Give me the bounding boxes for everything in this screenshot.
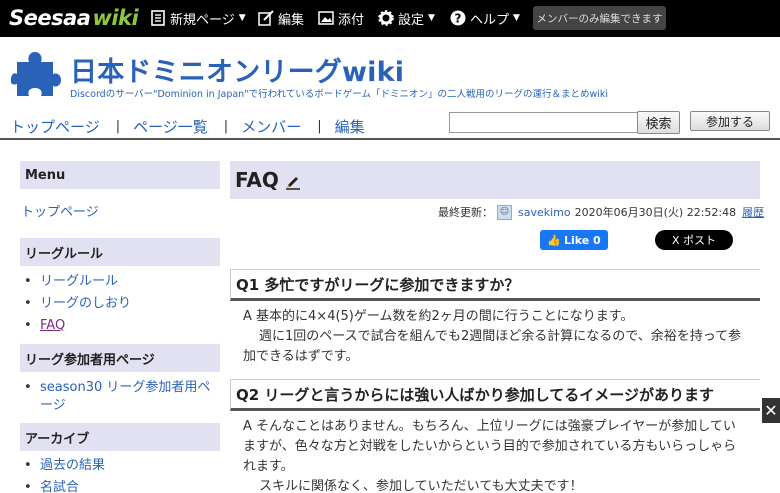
sidebar-participant-heading: リーグ参加者用ページ [20,344,220,372]
logo-wiki-text: wiki [92,6,139,30]
settings-menu[interactable]: 設定 ▼ [378,8,435,28]
edit-pencil-icon[interactable] [285,174,301,190]
sidebar-item-label: リーグのしおり [40,296,132,311]
faq-answer-2: A そんなことはありません。もちろん、上位リーグには強豪プレイヤーが参加していま… [243,417,743,493]
sidebar-item-label: 名試合 [40,480,80,493]
puzzle-logo-icon[interactable] [10,48,61,98]
nav-members[interactable]: メンバー [241,116,301,137]
nav-top-page[interactable]: トップページ [10,116,100,137]
site-description: Discordのサーバー"Dominion in Japan"で行われているボー… [70,89,609,100]
history-link[interactable]: 履歴 [742,204,764,220]
document-icon [150,10,166,26]
answer-line: A 基本的に4×4(5)ゲーム数を約2ヶ月の間に行うことになります。 [243,309,634,324]
gear-icon [378,10,394,26]
seesaa-wiki-logo[interactable]: Seesaa wiki [9,6,139,30]
nav-separator: | [317,118,322,134]
header-divider [0,138,780,140]
site-title[interactable]: 日本ドミニオンリーグwiki [70,50,404,89]
nav-edit[interactable]: 編集 [335,116,365,137]
updated-label: 最終更新： [438,206,493,219]
sidebar-item-top-page[interactable]: トップページ [21,201,99,220]
close-icon[interactable]: ✕ [762,398,780,423]
faq-question-2: Q2 リーグと言うからには強い人ばかり参加してるイメージがあります [230,379,760,411]
chevron-down-icon: ▼ [428,13,435,23]
top-bar: Seesaa wiki 新規ページ ▼ 編集 添付 設定 ▼ ? ヘルプ ▼ メン… [0,0,780,37]
sidebar-item-great-matches[interactable]: 名試合 [24,479,220,493]
nav-page-list[interactable]: ページ一覧 [133,116,208,137]
page-heading: FAQ [230,161,760,199]
sidebar-item-label: リーグルール [40,274,119,289]
attach-label: 添付 [338,12,365,28]
chevron-down-icon: ▼ [513,13,520,23]
facebook-like-button[interactable]: 👍 Like 0 [540,230,608,250]
x-post-button[interactable]: X ポスト [655,230,733,250]
sidebar-menu-heading: Menu [20,161,220,189]
attach-menu[interactable]: 添付 [318,8,364,28]
edit-icon [258,10,274,26]
settings-label: 設定 [398,12,425,28]
answer-line: 週に1回のペースで試合を組んでも2週間ほど余る計算になるので、余裕を持って参加で… [243,329,742,364]
sidebar-item-season30[interactable]: season30 リーグ参加者用ページ [24,379,220,415]
faq-answer-1: A 基本的に4×4(5)ゲーム数を約2ヶ月の間に行うことになります。 週に1回の… [243,307,743,367]
join-button[interactable]: 参加する [690,111,770,131]
sidebar-item-label: FAQ [40,318,66,333]
avatar: ☺ [497,204,512,220]
answer-line: A そんなことはありません。もちろん、上位リーグには強豪プレイヤーが参加していま… [243,419,737,474]
sidebar-item-label: 過去の結果 [40,458,106,473]
author-link[interactable]: savekimo [518,206,571,219]
nav-separator: | [223,118,229,134]
edit-label: 編集 [278,12,305,28]
search-input[interactable] [449,112,638,133]
help-icon: ? [450,10,466,26]
search-button[interactable]: 検索 [637,111,680,134]
updated-timestamp: 2020年06月30日(火) 22:52:48 [574,206,737,219]
answer-line: スキルに関係なく、参加していただいても大丈夫です！ [259,479,583,493]
help-menu[interactable]: ? ヘルプ ▼ [450,8,520,28]
sidebar-item-label: season30 リーグ参加者用ページ [40,380,211,413]
thumbs-up-icon: 👍 [547,233,561,247]
sidebar-league-heading: リーグルール [20,238,220,266]
facebook-like-label: Like 0 [563,233,601,247]
site-header: 日本ドミニオンリーグwiki Discordのサーバー"Dominion in … [0,37,780,140]
nav-separator: | [115,118,121,134]
sidebar-item-faq[interactable]: FAQ [24,317,220,335]
image-icon [318,10,334,26]
faq-question-1: Q1 多忙ですがリーグに参加できますか？ [230,269,760,301]
new-page-label: 新規ページ [170,12,235,28]
logo-seesaa-text: Seesaa [9,6,91,30]
sidebar-item-past-results[interactable]: 過去の結果 [24,457,220,475]
last-updated-meta: 最終更新： ☺ savekimo 2020年06月30日(火) 22:52:48… [438,204,764,220]
chevron-down-icon: ▼ [238,13,246,23]
help-label: ヘルプ [470,12,510,28]
sidebar-archive-heading: アーカイブ [20,423,220,451]
global-nav: トップページ | ページ一覧 | メンバー | 編集 [0,115,365,137]
sidebar-item-league-rules[interactable]: リーグルール [24,273,220,291]
edit-menu[interactable]: 編集 [258,8,304,28]
svg-text:?: ? [455,12,462,26]
new-page-menu[interactable]: 新規ページ ▼ [150,8,246,28]
sidebar-item-league-guide[interactable]: リーグのしおり [24,295,220,313]
member-only-badge: メンバーのみ編集できます [533,6,666,30]
page-title: FAQ [235,168,279,192]
